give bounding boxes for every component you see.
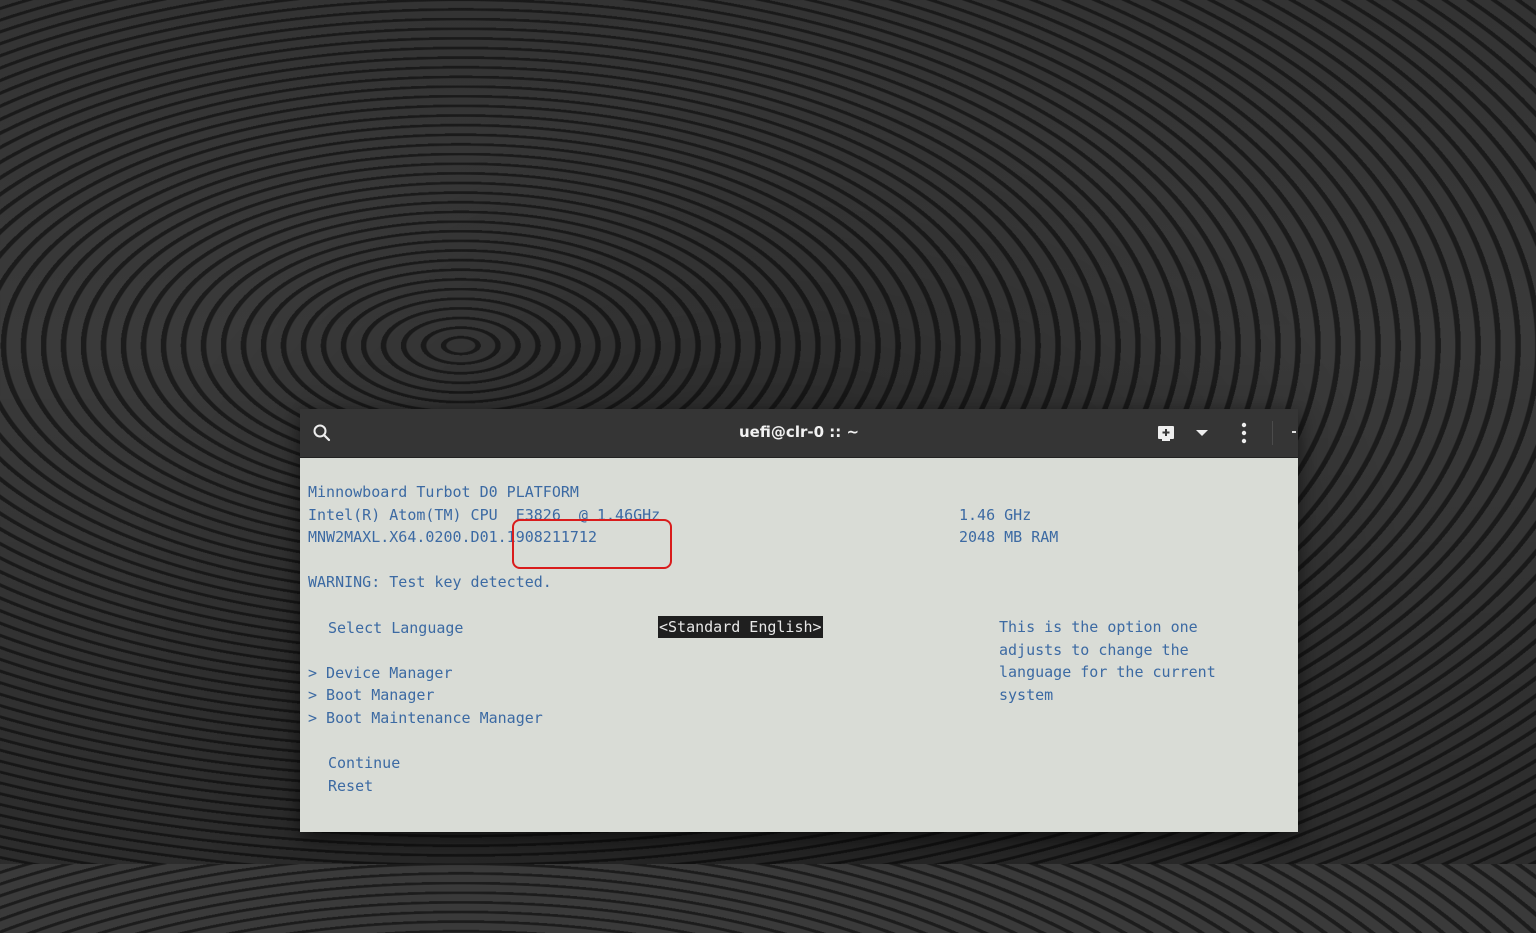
platform-line: Minnowboard Turbot D0 PLATFORM [308, 483, 579, 501]
kebab-menu-icon[interactable] [1232, 421, 1256, 445]
menu-device-manager[interactable]: > Device Manager [308, 662, 453, 684]
menu-boot-manager[interactable]: > Boot Manager [308, 684, 434, 706]
terminal-window: uefi@clr-0 :: ~ Minnowboard Turbot D0 PL… [300, 409, 1298, 832]
language-selector[interactable]: <Standard English> [658, 616, 823, 638]
cpu-speed: 1.46 GHz [959, 505, 1032, 524]
titlebar: uefi@clr-0 :: ~ [300, 409, 1298, 458]
chevron-down-icon[interactable] [1190, 421, 1214, 445]
titlebar-separator [1272, 421, 1273, 445]
select-language-label[interactable]: Select Language [328, 617, 463, 639]
help-text: This is the option one adjusts to change… [999, 618, 1216, 704]
reset-option[interactable]: Reset [328, 775, 373, 797]
annotation-highlight-box [512, 519, 672, 569]
window-title: uefi@clr-0 :: ~ [738, 423, 860, 441]
new-tab-icon[interactable] [1154, 421, 1178, 445]
menu-boot-maintenance-manager[interactable]: > Boot Maintenance Manager [308, 707, 543, 729]
warning-line: WARNING: Test key detected. [308, 573, 552, 592]
window-control-edge[interactable] [1292, 431, 1296, 433]
ram-info: 2048 MB RAM [959, 528, 1059, 547]
uefi-screen: Minnowboard Turbot D0 PLATFORM Intel(R) … [308, 481, 1298, 832]
continue-option[interactable]: Continue [328, 752, 400, 774]
